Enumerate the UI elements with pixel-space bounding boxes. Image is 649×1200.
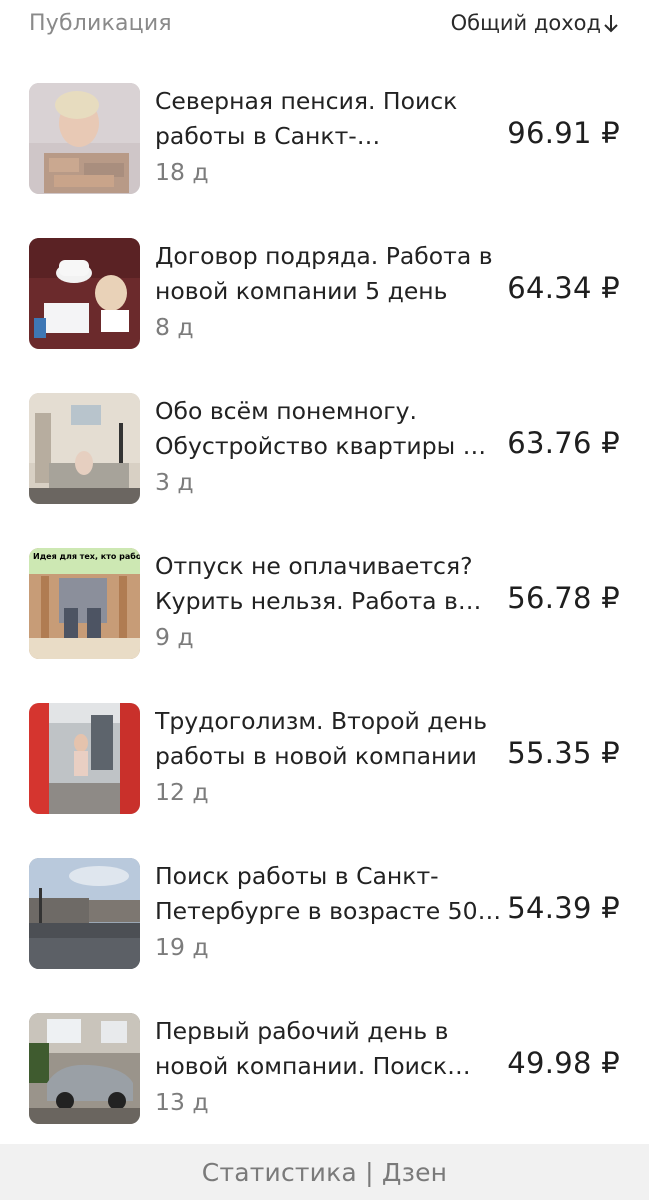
publication-title[interactable]: Трудоголизм. Второй день работы в новой … <box>155 704 510 774</box>
publication-title[interactable]: Поиск работы в Санкт-Петербурге в возрас… <box>155 859 510 929</box>
list-item[interactable]: Северная пенсия. Поиск работы в Санкт-… … <box>0 80 649 235</box>
publication-title[interactable]: Отпуск не оплачивается? Курить нельзя. Р… <box>155 549 510 619</box>
publication-age: 13 д <box>155 1088 209 1116</box>
publication-title[interactable]: Северная пенсия. Поиск работы в Санкт-… <box>155 84 510 154</box>
publication-column-label: Публикация <box>29 11 172 36</box>
publication-thumbnail <box>29 83 140 194</box>
list-item[interactable]: Поиск работы в Санкт-Петербурге в возрас… <box>0 855 649 1010</box>
publication-thumbnail <box>29 393 140 504</box>
stats-page: Публикация Общий доход Северная пенсия. … <box>0 0 649 1200</box>
arrow-down-icon <box>604 15 618 33</box>
publication-age: 9 д <box>155 623 194 651</box>
publication-revenue: 96.91 ₽ <box>507 116 620 150</box>
publication-age: 3 д <box>155 468 194 496</box>
publication-revenue: 54.39 ₽ <box>507 891 620 925</box>
publication-thumbnail <box>29 703 140 814</box>
sort-label: Общий доход <box>450 11 601 35</box>
publication-thumbnail: Идея для тех, кто работает без отпуска <box>29 548 140 659</box>
list-item[interactable]: Договор подряда. Работа в новой компании… <box>0 235 649 390</box>
list-header: Публикация Общий доход <box>0 0 649 52</box>
publication-title[interactable]: Первый рабочий день в новой компании. По… <box>155 1014 510 1084</box>
publication-age: 19 д <box>155 933 209 961</box>
publication-thumbnail <box>29 1013 140 1124</box>
publication-thumbnail <box>29 238 140 349</box>
publication-revenue: 63.76 ₽ <box>507 426 620 460</box>
thumbnail-caption: Идея для тех, кто работает без отпуска <box>33 551 140 561</box>
publication-revenue: 49.98 ₽ <box>507 1046 620 1080</box>
publication-age: 18 д <box>155 158 209 186</box>
publication-title[interactable]: Договор подряда. Работа в новой компании… <box>155 239 510 309</box>
footer-source-label: Статистика | Дзен <box>201 1157 448 1187</box>
footer-bar: Статистика | Дзен <box>0 1144 649 1200</box>
list-item[interactable]: Обо всём понемногу. Обустройство квартир… <box>0 390 649 545</box>
publication-revenue: 55.35 ₽ <box>507 736 620 770</box>
publication-age: 8 д <box>155 313 194 341</box>
publication-thumbnail <box>29 858 140 969</box>
sort-by-revenue-button[interactable]: Общий доход <box>451 11 619 35</box>
publication-list: Северная пенсия. Поиск работы в Санкт-… … <box>0 80 649 1165</box>
list-item[interactable]: Первый рабочий день в новой компании. По… <box>0 1010 649 1165</box>
publication-revenue: 56.78 ₽ <box>507 581 620 615</box>
list-item[interactable]: Трудоголизм. Второй день работы в новой … <box>0 700 649 855</box>
list-item[interactable]: Идея для тех, кто работает без отпуска О… <box>0 545 649 700</box>
publication-age: 12 д <box>155 778 209 806</box>
publication-title[interactable]: Обо всём понемногу. Обустройство квартир… <box>155 394 510 464</box>
publication-revenue: 64.34 ₽ <box>507 271 620 305</box>
